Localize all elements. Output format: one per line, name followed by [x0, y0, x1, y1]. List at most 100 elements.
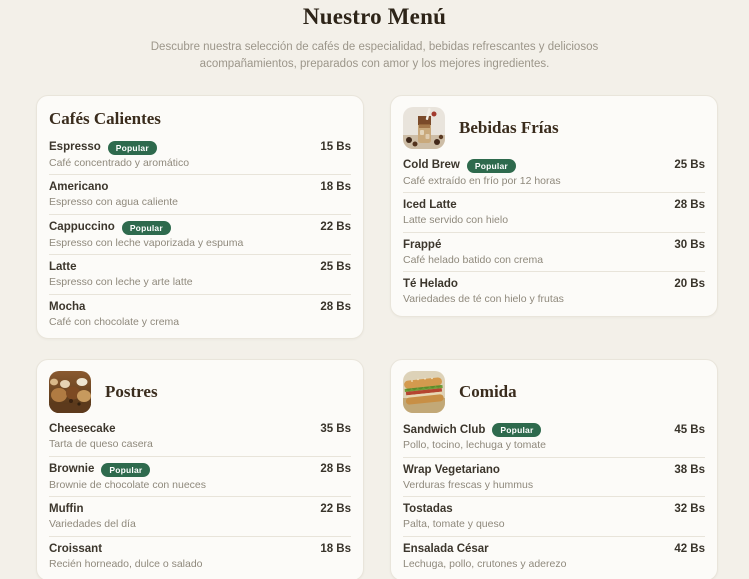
menu-item-row: Americano 18 Bs: [49, 181, 351, 194]
menu-item-price: 42 Bs: [674, 543, 705, 556]
menu-item: Tostadas 32 Bs Palta, tomate y queso: [403, 497, 705, 537]
menu-item-row: Mocha 28 Bs: [49, 301, 351, 314]
menu-item-name-wrap: Cheesecake: [49, 423, 116, 436]
menu-item-description: Café extraído en frío por 12 horas: [403, 176, 705, 188]
menu-item: Mocha 28 Bs Café con chocolate y crema: [49, 295, 351, 334]
menu-item-description: Recién horneado, dulce o salado: [49, 559, 351, 571]
menu-item: Brownie Popular 28 Bs Brownie de chocola…: [49, 457, 351, 498]
menu-item-name: Mocha: [49, 301, 85, 314]
desserts-photo: [49, 371, 91, 413]
menu-item-price: 22 Bs: [320, 221, 351, 234]
menu-item: Frappé 30 Bs Café helado batido con crem…: [403, 233, 705, 273]
menu-item-name-wrap: Iced Latte: [403, 199, 457, 212]
menu-item-name-wrap: Muffin: [49, 503, 83, 516]
menu-item-description: Brownie de chocolate con nueces: [49, 480, 351, 492]
menu-item-row: Croissant 18 Bs: [49, 543, 351, 556]
menu-item-description: Pollo, tocino, lechuga y tomate: [403, 440, 705, 452]
section-header: Postres: [49, 371, 351, 413]
menu-item-price: 20 Bs: [674, 278, 705, 291]
menu-page: Nuestro Menú Descubre nuestra selección …: [0, 0, 749, 579]
section-items: Espresso Popular 15 Bs Café concentrado …: [49, 135, 351, 334]
popular-badge: Popular: [122, 221, 171, 235]
menu-item-name: Muffin: [49, 503, 83, 516]
menu-item-description: Café helado batido con crema: [403, 255, 705, 267]
menu-item-name: Cheesecake: [49, 423, 116, 436]
popular-badge: Popular: [101, 463, 150, 477]
section-header: Cafés Calientes: [49, 107, 351, 131]
menu-item-name: Croissant: [49, 543, 102, 556]
page-title: Nuestro Menú: [0, 4, 749, 30]
menu-item-price: 38 Bs: [674, 464, 705, 477]
menu-item-name-wrap: Wrap Vegetariano: [403, 464, 500, 477]
menu-item-name: Americano: [49, 181, 108, 194]
menu-item: Muffin 22 Bs Variedades del día: [49, 497, 351, 537]
menu-item-description: Espresso con leche y arte latte: [49, 277, 351, 289]
menu-item-name: Wrap Vegetariano: [403, 464, 500, 477]
sandwich-photo: [403, 371, 445, 413]
popular-badge: Popular: [108, 141, 157, 155]
section-header: Bebidas Frías: [403, 107, 705, 149]
menu-item-name-wrap: Espresso Popular: [49, 141, 157, 155]
menu-item-name: Tostadas: [403, 503, 453, 516]
menu-item-price: 28 Bs: [320, 463, 351, 476]
menu-item-name: Sandwich Club: [403, 424, 485, 437]
menu-item-price: 45 Bs: [674, 424, 705, 437]
section-header: Comida: [403, 371, 705, 413]
menu-item-name: Té Helado: [403, 278, 458, 291]
menu-item-price: 28 Bs: [320, 301, 351, 314]
section-title: Bebidas Frías: [459, 118, 559, 138]
menu-item-name: Brownie: [49, 463, 94, 476]
menu-item-price: 18 Bs: [320, 543, 351, 556]
menu-item-row: Muffin 22 Bs: [49, 503, 351, 516]
menu-item-price: 25 Bs: [674, 159, 705, 172]
menu-item-row: Brownie Popular 28 Bs: [49, 463, 351, 477]
menu-item-name: Cold Brew: [403, 159, 460, 172]
menu-section-card-postres: Postres Cheesecake 35 Bs Tarta de queso …: [36, 359, 364, 579]
menu-item-description: Lechuga, pollo, crutones y aderezo: [403, 559, 705, 571]
menu-item-name-wrap: Cappuccino Popular: [49, 221, 171, 235]
menu-item: Cold Brew Popular 25 Bs Café extraído en…: [403, 153, 705, 194]
menu-item-description: Café concentrado y aromático: [49, 158, 351, 170]
menu-item-row: Sandwich Club Popular 45 Bs: [403, 423, 705, 437]
menu-item-price: 32 Bs: [674, 503, 705, 516]
menu-grid: Cafés Calientes Espresso Popular 15 Bs C…: [36, 95, 718, 579]
menu-item-description: Espresso con agua caliente: [49, 197, 351, 209]
menu-item-price: 28 Bs: [674, 199, 705, 212]
menu-item-row: Cappuccino Popular 22 Bs: [49, 221, 351, 235]
menu-item-row: Wrap Vegetariano 38 Bs: [403, 464, 705, 477]
menu-item-price: 18 Bs: [320, 181, 351, 194]
menu-item-name: Espresso: [49, 141, 101, 154]
menu-item-name: Cappuccino: [49, 221, 115, 234]
menu-item-price: 30 Bs: [674, 239, 705, 252]
section-title: Comida: [459, 382, 517, 402]
section-items: Sandwich Club Popular 45 Bs Pollo, tocin…: [403, 417, 705, 575]
menu-item-price: 22 Bs: [320, 503, 351, 516]
iced-coffee-photo: [403, 107, 445, 149]
page-header: Nuestro Menú Descubre nuestra selección …: [0, 0, 749, 74]
menu-item: Té Helado 20 Bs Variedades de té con hie…: [403, 272, 705, 311]
menu-item-description: Verduras frescas y hummus: [403, 480, 705, 492]
menu-item-row: Latte 25 Bs: [49, 261, 351, 274]
menu-item-name-wrap: Ensalada César: [403, 543, 489, 556]
menu-item-description: Variedades del día: [49, 519, 351, 531]
menu-item-price: 35 Bs: [320, 423, 351, 436]
menu-item-price: 25 Bs: [320, 261, 351, 274]
menu-item: Americano 18 Bs Espresso con agua calien…: [49, 175, 351, 215]
popular-badge: Popular: [467, 159, 516, 173]
menu-item-description: Latte servido con hielo: [403, 215, 705, 227]
page-subtitle: Descubre nuestra selección de cafés de e…: [132, 39, 618, 74]
menu-item-name: Ensalada César: [403, 543, 489, 556]
menu-item-price: 15 Bs: [320, 141, 351, 154]
menu-item-row: Iced Latte 28 Bs: [403, 199, 705, 212]
menu-item-name-wrap: Brownie Popular: [49, 463, 150, 477]
menu-item-row: Frappé 30 Bs: [403, 239, 705, 252]
menu-section-card-caf-s-calientes: Cafés Calientes Espresso Popular 15 Bs C…: [36, 95, 364, 340]
menu-item: Wrap Vegetariano 38 Bs Verduras frescas …: [403, 458, 705, 498]
menu-item-name-wrap: Frappé: [403, 239, 441, 252]
menu-item-description: Variedades de té con hielo y frutas: [403, 294, 705, 306]
menu-item-name-wrap: Americano: [49, 181, 108, 194]
menu-item-name-wrap: Latte: [49, 261, 76, 274]
menu-item: Cheesecake 35 Bs Tarta de queso casera: [49, 417, 351, 457]
popular-badge: Popular: [492, 423, 541, 437]
section-title: Postres: [105, 382, 158, 402]
